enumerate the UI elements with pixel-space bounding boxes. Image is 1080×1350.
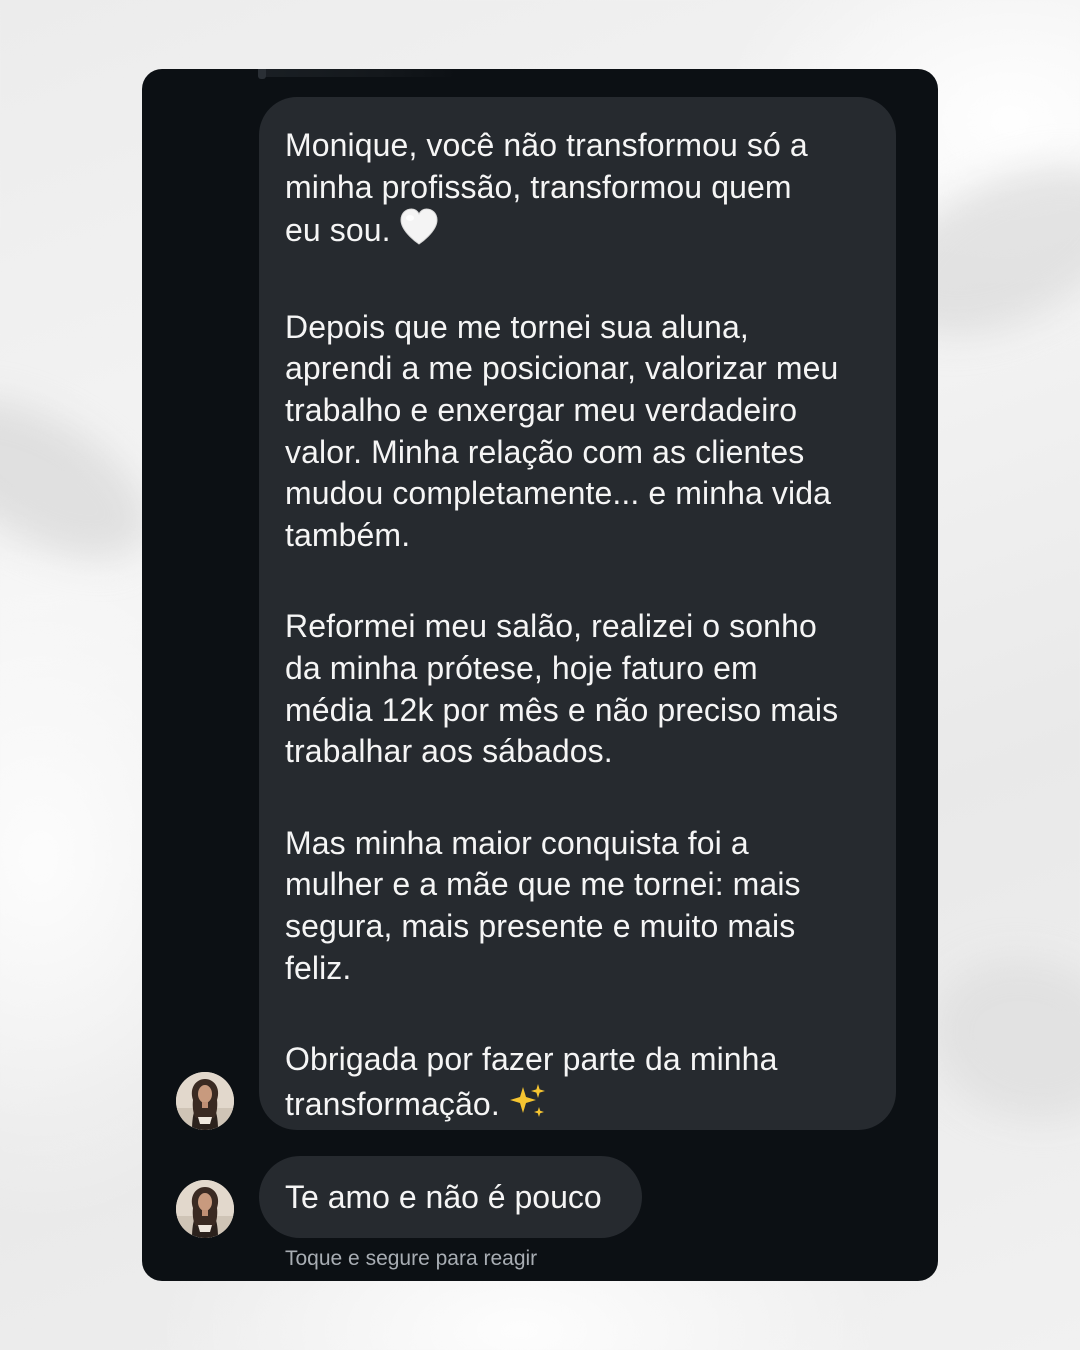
previous-message-edge xyxy=(258,69,458,77)
message-text: Te amo e não é pouco xyxy=(285,1179,602,1215)
message-paragraph: Reformei meu salão, realizei o sonho da … xyxy=(285,608,839,770)
message-paragraph: Obrigada por fazer parte da minha transf… xyxy=(285,1039,870,1131)
white-heart-icon xyxy=(399,208,439,257)
avatar[interactable] xyxy=(176,1180,234,1238)
message-bubble[interactable]: Monique, você não transformou só a minha… xyxy=(259,97,896,1130)
message-paragraph: Depois que me tornei sua aluna, aprendi … xyxy=(285,308,839,553)
message-paragraph: Monique, você não transformou só a minha… xyxy=(285,125,870,257)
message-bubble[interactable]: Te amo e não é pouco xyxy=(259,1156,642,1238)
chat-panel: Monique, você não transformou só a minha… xyxy=(142,69,938,1281)
avatar-photo xyxy=(176,1072,234,1130)
avatar-photo xyxy=(176,1180,234,1238)
sparkles-icon xyxy=(508,1081,548,1132)
reaction-hint: Toque e segure para reagir xyxy=(285,1247,538,1270)
avatar[interactable] xyxy=(176,1072,234,1130)
message-paragraph: Mas minha maior conquista foi a mulher e… xyxy=(285,824,801,986)
scroll-indicator xyxy=(258,69,266,79)
